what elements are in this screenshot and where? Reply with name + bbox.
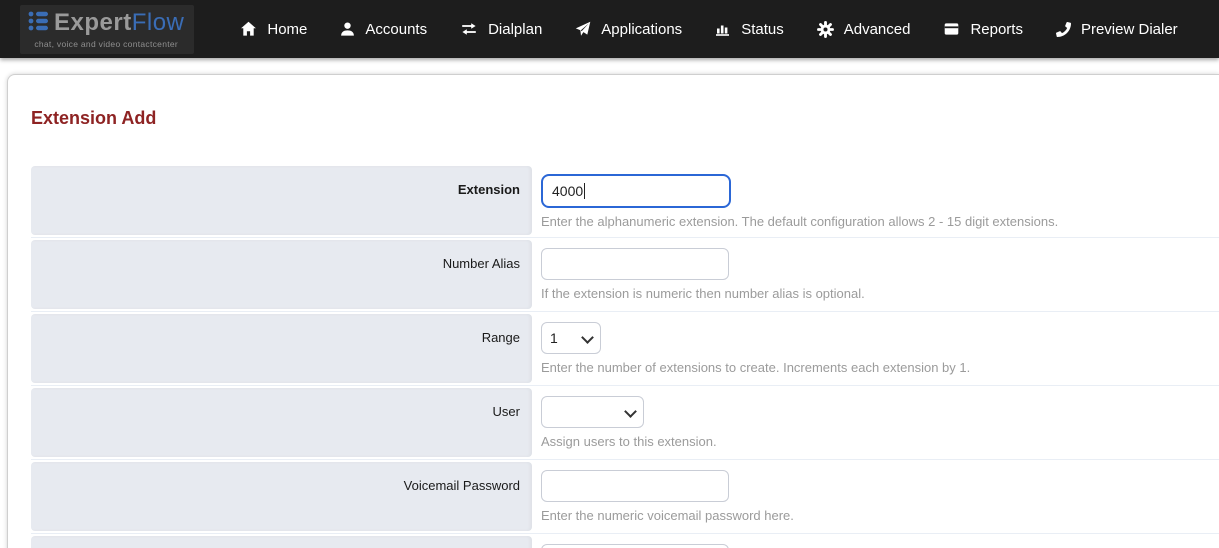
field-label-cell: Range: [31, 314, 532, 383]
nav-item-advanced[interactable]: Advanced: [817, 21, 911, 38]
number-alias-label: Number Alias: [443, 256, 520, 271]
form-row-voicemail-password: Voicemail Password Enter the numeric voi…: [31, 460, 1219, 534]
range-select-wrap: 1: [541, 322, 601, 354]
number-alias-help-text: If the extension is numeric then number …: [541, 286, 1219, 301]
nav-item-label: Accounts: [365, 21, 427, 38]
nav-item-dialplan[interactable]: Dialplan: [460, 21, 542, 38]
account-code-input[interactable]: [541, 544, 729, 548]
nav-item-label: Preview Dialer: [1081, 21, 1178, 38]
brand-flow: Flow: [132, 9, 185, 36]
range-label: Range: [482, 330, 520, 345]
bar-chart-icon: [715, 21, 731, 37]
nav-item-preview-dialer[interactable]: Preview Dialer: [1056, 21, 1178, 38]
user-select-wrap: [541, 396, 644, 428]
paper-plane-icon: [575, 21, 591, 37]
field-cell: Enter the numeric voicemail password her…: [532, 460, 1219, 533]
brand-logo[interactable]: ExpertFlow chat, voice and video contact…: [20, 5, 194, 54]
range-select[interactable]: 1: [541, 322, 601, 354]
nav-item-label: Reports: [970, 21, 1023, 38]
user-select[interactable]: [541, 396, 644, 428]
form-row-account-code: Account Code: [31, 534, 1219, 548]
field-cell: 1 Enter the number of extensions to crea…: [532, 312, 1219, 385]
voicemail-password-help-text: Enter the numeric voicemail password her…: [541, 508, 1219, 523]
nav-item-home[interactable]: Home: [240, 21, 307, 38]
range-help-text: Enter the number of extensions to create…: [541, 360, 1219, 375]
user-help-text: Assign users to this extension.: [541, 434, 1219, 449]
extension-add-form: Extension 4000 Enter the alphanumeric ex…: [31, 164, 1219, 548]
field-label-cell: Voicemail Password: [31, 462, 532, 531]
nav-item-label: Applications: [601, 21, 682, 38]
extension-input-value: 4000: [552, 183, 583, 199]
page-title: Extension Add: [31, 108, 1219, 129]
form-row-range: Range 1 Enter the number of extensions t…: [31, 312, 1219, 386]
field-cell: 4000 Enter the alphanumeric extension. T…: [532, 164, 1219, 237]
list-dots-icon: [28, 9, 49, 38]
nav-item-label: Home: [267, 21, 307, 38]
extension-help-text: Enter the alphanumeric extension. The de…: [541, 214, 1219, 229]
form-row-number-alias: Number Alias If the extension is numeric…: [31, 238, 1219, 312]
field-cell: Assign users to this extension.: [532, 386, 1219, 459]
nav-item-label: Status: [741, 21, 784, 38]
gear-icon: [817, 21, 834, 38]
transfer-arrows-icon: [460, 21, 478, 37]
form-row-user: User Assign users to this extension.: [31, 386, 1219, 460]
nav-item-label: Dialplan: [488, 21, 542, 38]
extension-label: Extension: [458, 182, 520, 197]
number-alias-input[interactable]: [541, 248, 729, 280]
voicemail-password-label: Voicemail Password: [404, 478, 520, 493]
phone-icon: [1056, 22, 1071, 37]
nav-item-accounts[interactable]: Accounts: [340, 21, 427, 38]
field-label-cell: Number Alias: [31, 240, 532, 309]
home-icon: [240, 21, 257, 37]
nav-item-applications[interactable]: Applications: [575, 21, 682, 38]
text-caret: [584, 183, 585, 199]
field-label-cell: User: [31, 388, 532, 457]
extension-input[interactable]: 4000: [541, 174, 731, 208]
field-label-cell: Account Code: [31, 536, 532, 548]
field-cell: If the extension is numeric then number …: [532, 238, 1219, 311]
field-cell: [532, 534, 1219, 548]
user-icon: [340, 21, 355, 37]
brand-tagline: chat, voice and video contactcenter: [34, 39, 178, 49]
nav-item-label: Advanced: [844, 21, 911, 38]
voicemail-password-input[interactable]: [541, 470, 729, 502]
user-label: User: [493, 404, 520, 419]
top-navbar: ExpertFlow chat, voice and video contact…: [0, 0, 1219, 58]
nav-item-reports[interactable]: Reports: [943, 21, 1023, 38]
nav-item-status[interactable]: Status: [715, 21, 784, 38]
form-row-extension: Extension 4000 Enter the alphanumeric ex…: [31, 164, 1219, 238]
brand-expert: Expert: [54, 9, 132, 36]
content-panel: Extension Add Extension 4000 Enter the a…: [7, 74, 1219, 548]
report-window-icon: [943, 21, 960, 37]
field-label-cell: Extension: [31, 166, 532, 235]
nav-menu: Home Accounts Dialplan Applications: [240, 21, 1183, 38]
